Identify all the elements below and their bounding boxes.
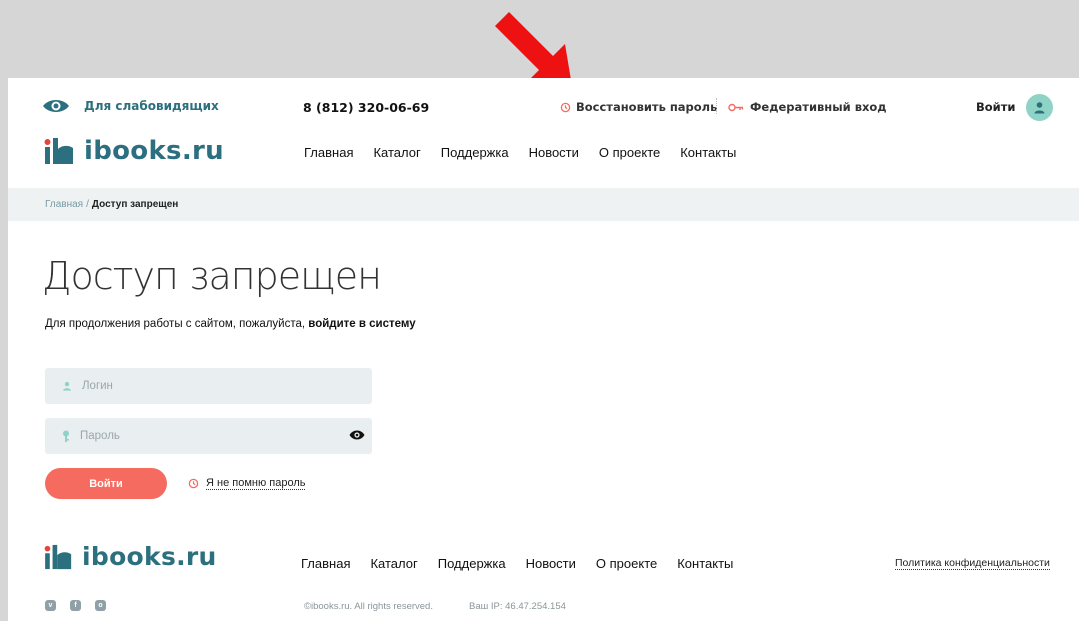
- user-avatar-button[interactable]: [1026, 94, 1053, 121]
- history-icon: [188, 478, 199, 489]
- header-top: Для слабовидящих 8 (812) 320-06-69 Восст…: [8, 78, 1079, 136]
- phone-number[interactable]: 8 (812) 320-06-69: [303, 100, 429, 115]
- password-input[interactable]: [80, 430, 330, 442]
- show-password-eye-icon[interactable]: [349, 429, 365, 441]
- nav-item-catalog[interactable]: Каталог: [373, 145, 420, 160]
- federated-login-link[interactable]: Федеративный вход: [728, 100, 887, 114]
- footer-nav-catalog[interactable]: Каталог: [370, 556, 417, 571]
- breadcrumb-separator: /: [86, 199, 89, 210]
- page: Для слабовидящих 8 (812) 320-06-69 Восст…: [8, 78, 1079, 621]
- forgot-password-label: Я не помню пароль: [206, 477, 306, 490]
- breadcrumb-current: Доступ запрещен: [91, 199, 179, 210]
- footer-logo[interactable]: ibooks.ru: [44, 542, 217, 571]
- breadcrumb-home[interactable]: Главная: [45, 199, 83, 210]
- books-logo-icon: [44, 544, 72, 569]
- nav-item-about[interactable]: О проекте: [599, 145, 660, 160]
- intro-text: Для продолжения работы с сайтом, пожалуй…: [45, 318, 416, 330]
- footer-nav-news[interactable]: Новости: [526, 556, 576, 571]
- footer-logo-text: ibooks.ru: [82, 542, 217, 571]
- facebook-icon[interactable]: f: [70, 600, 81, 611]
- footer-nav-home[interactable]: Главная: [301, 556, 350, 571]
- user-icon: [63, 381, 71, 391]
- site-logo[interactable]: ibooks.ru: [44, 136, 224, 166]
- user-icon: [1034, 102, 1045, 114]
- forgot-password-link[interactable]: Я не помню пароль: [188, 477, 306, 490]
- login-submit-button[interactable]: Войти: [45, 468, 167, 499]
- copyright: ©ibooks.ru. All rights reserved.: [304, 601, 433, 612]
- restore-password-label: Восстановить пароль: [576, 100, 718, 114]
- social-links: v f o: [45, 600, 106, 611]
- privacy-policy-link[interactable]: Политика конфиденциальности: [895, 557, 1050, 570]
- breadcrumb: Главная / Доступ запрещен: [8, 188, 1079, 221]
- history-icon: [560, 102, 571, 112]
- accessibility-link[interactable]: Для слабовидящих: [42, 98, 219, 114]
- divider: [716, 98, 717, 114]
- federated-login-label: Федеративный вход: [750, 100, 887, 114]
- restore-password-link[interactable]: Восстановить пароль: [560, 100, 717, 114]
- password-field: [45, 418, 372, 454]
- vk-icon[interactable]: v: [45, 600, 56, 611]
- nav-item-news[interactable]: Новости: [529, 145, 579, 160]
- footer-nav-contacts[interactable]: Контакты: [677, 556, 733, 571]
- footer-nav-support[interactable]: Поддержка: [438, 556, 506, 571]
- login-field: [45, 368, 372, 404]
- key-icon: [63, 430, 69, 442]
- key-icon: [728, 103, 744, 111]
- accessibility-label: Для слабовидящих: [84, 99, 219, 113]
- main-nav: Главная Каталог Поддержка Новости О прое…: [304, 145, 736, 160]
- nav-item-contacts[interactable]: Контакты: [680, 145, 736, 160]
- footer-nav-about[interactable]: О проекте: [596, 556, 657, 571]
- intro-plain: Для продолжения работы с сайтом, пожалуй…: [45, 318, 309, 330]
- page-title: Доступ запрещен: [42, 254, 382, 298]
- footer-nav: Главная Каталог Поддержка Новости О прое…: [301, 556, 733, 571]
- login-link[interactable]: Войти: [976, 100, 1015, 114]
- eye-icon: [43, 100, 69, 112]
- login-input[interactable]: [82, 380, 332, 392]
- intro-login-link[interactable]: войдите в систему: [308, 318, 415, 330]
- nav-item-home[interactable]: Главная: [304, 145, 353, 160]
- nav-item-support[interactable]: Поддержка: [441, 145, 509, 160]
- instagram-icon[interactable]: o: [95, 600, 106, 611]
- ip-address: Ваш IP: 46.47.254.154: [469, 601, 566, 612]
- logo-text: ibooks.ru: [84, 136, 224, 166]
- books-logo-icon: [44, 138, 73, 164]
